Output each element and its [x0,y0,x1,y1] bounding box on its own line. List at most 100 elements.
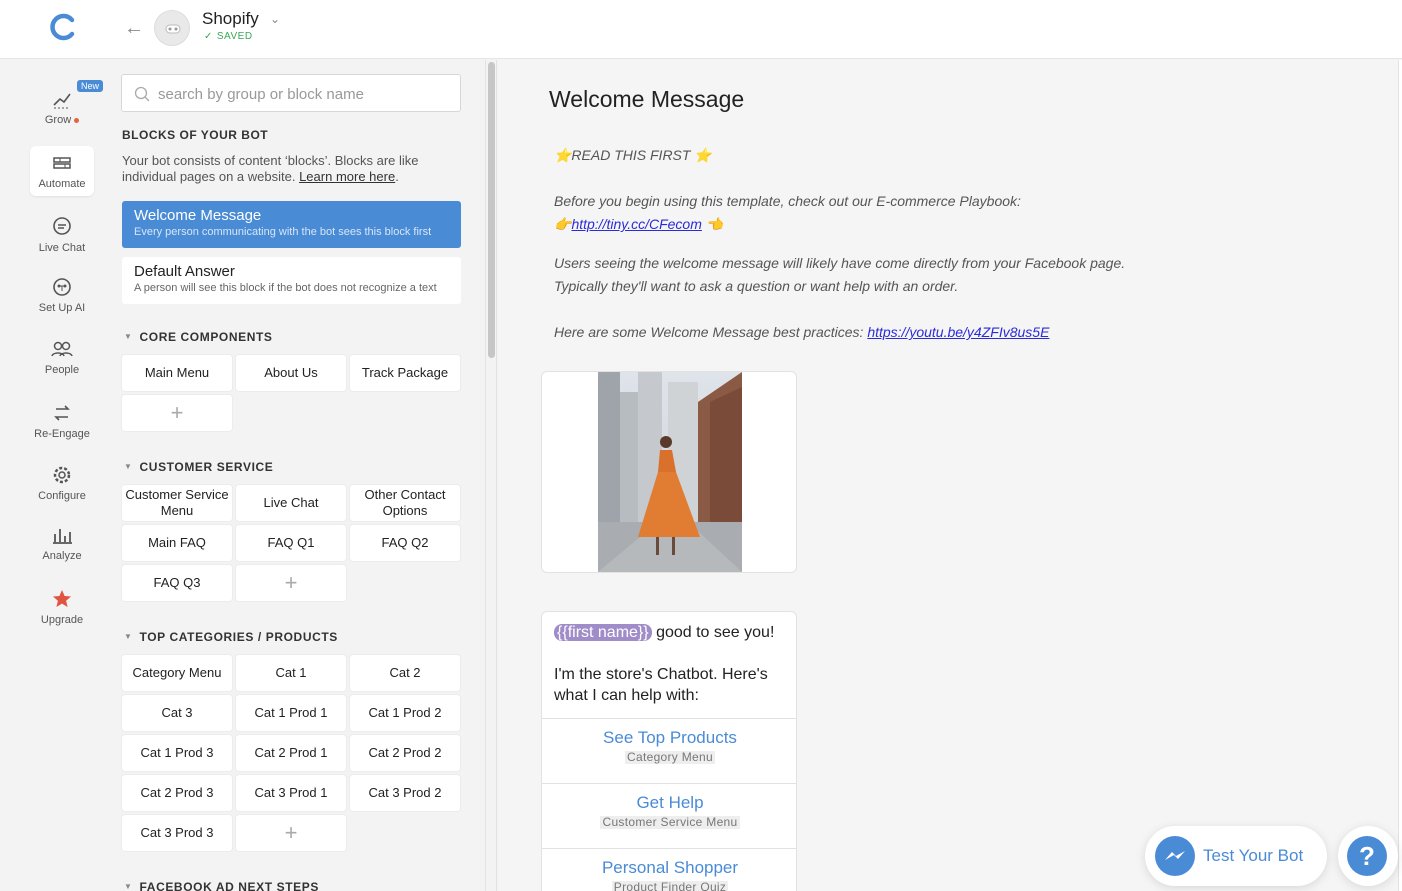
nav-upgrade[interactable]: Upgrade [30,588,94,628]
group-title-text: TOP CATEGORIES / PRODUCTS [139,630,338,644]
collapse-triangle-icon: ▼ [124,632,133,641]
block-cat-3-prod-3[interactable]: Cat 3 Prod 3 [122,815,232,851]
collapse-triangle-icon: ▼ [124,462,133,471]
block-about-us[interactable]: About Us [236,355,346,391]
blocks-scrollbar[interactable] [485,60,497,891]
group-facebook-ad-next-steps[interactable]: ▼ FACEBOOK AD NEXT STEPS [124,880,319,891]
nav-automate[interactable]: Automate [30,146,94,196]
playbook-link[interactable]: http://tiny.cc/CFecom [571,216,701,232]
block-title[interactable]: Welcome Message [549,86,744,113]
messenger-icon [1155,836,1195,876]
default-block-desc: A person will see this block if the bot … [134,282,437,294]
nav-re-engage-label: Re-Engage [34,428,90,440]
woman-in-orange-dress-photo [598,372,742,572]
blocks-heading: BLOCKS OF YOUR BOT [122,128,269,142]
nav-re-engage[interactable]: Re-Engage [30,402,94,440]
nav-people[interactable]: People [30,338,94,376]
block-track-package[interactable]: Track Package [350,355,460,391]
note-line-1: ⭐READ THIS FIRST ⭐ [554,147,712,163]
block-faq-q3[interactable]: FAQ Q3 [122,565,232,601]
nav-live-chat-label: Live Chat [38,242,86,254]
block-faq-q2[interactable]: FAQ Q2 [350,525,460,561]
welcome-message-block[interactable]: Welcome Message Every person communicati… [122,201,461,248]
block-other-contact-options[interactable]: Other Contact Options [350,485,460,521]
add-block-button[interactable]: + [236,565,346,601]
best-practices-link[interactable]: https://youtu.be/y4ZFIv8us5E [867,324,1049,340]
block-cat-3-prod-1[interactable]: Cat 3 Prod 1 [236,775,346,811]
button-title: Personal Shopper [601,858,739,877]
welcome-block-desc: Every person communicating with the bot … [134,226,432,238]
block-cat-2-prod-3[interactable]: Cat 2 Prod 3 [122,775,232,811]
search-box[interactable] [121,74,461,112]
note-line-3: 👉http://tiny.cc/CFecom 👈 [554,213,1254,236]
card-button-personal-shopper[interactable]: Personal Shopper Product Finder Quiz [542,848,796,891]
note-text-card[interactable]: ⭐READ THIS FIRST ⭐ Before you begin usin… [554,144,1254,344]
button-target: Product Finder Quiz [611,881,729,891]
text-card[interactable]: {{first name}} good to see you! I'm the … [541,611,797,891]
people-icon [51,341,73,357]
blocks-panel: BLOCKS OF YOUR BOT Your bot consists of … [114,60,484,891]
group-core-components[interactable]: ▼ CORE COMPONENTS [124,330,273,344]
nav-configure-label: Configure [38,490,86,502]
pointing-right-emoji: 👉 [554,216,572,232]
bot-name[interactable]: Shopify [202,9,259,29]
block-customer-service-menu[interactable]: Customer Service Menu [122,485,232,521]
test-your-bot-label: Test Your Bot [1203,846,1304,865]
nav-analyze-label: Analyze [42,550,82,562]
block-cat-1-prod-3[interactable]: Cat 1 Prod 3 [122,735,232,771]
block-cat-2[interactable]: Cat 2 [350,655,460,691]
group-customer-service[interactable]: ▼ CUSTOMER SERVICE [124,460,273,474]
nav-live-chat[interactable]: Live Chat [30,216,94,256]
block-faq-q1[interactable]: FAQ Q1 [236,525,346,561]
bot-face-icon [165,24,181,34]
star-icon [53,590,71,607]
block-cat-2-prod-1[interactable]: Cat 2 Prod 1 [236,735,346,771]
image-card[interactable] [541,371,797,573]
best-practices-text: Here are some Welcome Message best pract… [554,324,868,340]
test-your-bot-button[interactable]: Test Your Bot [1145,826,1327,886]
nav-configure[interactable]: Configure [30,464,94,502]
chatfuel-logo-icon[interactable] [48,12,78,42]
group-top-categories[interactable]: ▼ TOP CATEGORIES / PRODUCTS [124,630,338,644]
bot-avatar [154,10,190,46]
checkmark-icon: ✓ [204,31,213,42]
search-icon [134,86,150,102]
block-category-menu[interactable]: Category Menu [122,655,232,691]
group-title-text: FACEBOOK AD NEXT STEPS [139,880,319,891]
block-cat-3-prod-2[interactable]: Cat 3 Prod 2 [350,775,460,811]
note-line-2: Before you begin using this template, ch… [554,193,1021,209]
scrollbar-thumb[interactable] [488,62,495,358]
nav-analyze[interactable]: Analyze [30,524,94,562]
block-cat-1[interactable]: Cat 1 [236,655,346,691]
bot-switch-chevron-down-icon[interactable]: ⌄ [270,12,280,26]
nav-grow[interactable]: Grow [30,88,94,132]
block-cat-1-prod-1[interactable]: Cat 1 Prod 1 [236,695,346,731]
first-name-attribute-tag: {{first name}} [554,624,652,641]
card-button-get-help[interactable]: Get Help Customer Service Menu [542,783,796,848]
note-line-6: Here are some Welcome Message best pract… [554,321,1254,344]
add-block-button[interactable]: + [236,815,346,851]
help-button[interactable]: ? [1338,826,1398,886]
message-text[interactable]: {{first name}} good to see you! I'm the … [542,612,796,716]
button-title: See Top Products [603,728,737,747]
default-answer-block[interactable]: Default Answer A person will see this bl… [122,257,461,304]
group-title-text: CUSTOMER SERVICE [139,460,274,474]
learn-more-link[interactable]: Learn more here [299,169,395,184]
note-line-5: Typically they'll want to ask a question… [554,278,959,294]
add-block-button[interactable]: + [122,395,232,431]
block-cat-1-prod-2[interactable]: Cat 1 Prod 2 [350,695,460,731]
bar-chart-icon [53,529,72,544]
block-cat-2-prod-2[interactable]: Cat 2 Prod 2 [350,735,460,771]
block-live-chat[interactable]: Live Chat [236,485,346,521]
nav-set-up-ai-label: Set Up AI [38,302,86,314]
right-panel-edge [1398,60,1402,891]
block-main-faq[interactable]: Main FAQ [122,525,232,561]
search-input[interactable] [158,83,448,105]
chat-bubble-icon [53,217,71,235]
block-cat-3[interactable]: Cat 3 [122,695,232,731]
block-main-menu[interactable]: Main Menu [122,355,232,391]
back-arrow-icon[interactable]: ← [122,16,146,40]
block-editor: Welcome Message ⭐READ THIS FIRST ⭐ Befor… [498,60,1398,891]
card-button-see-top-products[interactable]: See Top Products Category Menu [542,718,796,783]
nav-set-up-ai[interactable]: Set Up AI [30,276,94,316]
